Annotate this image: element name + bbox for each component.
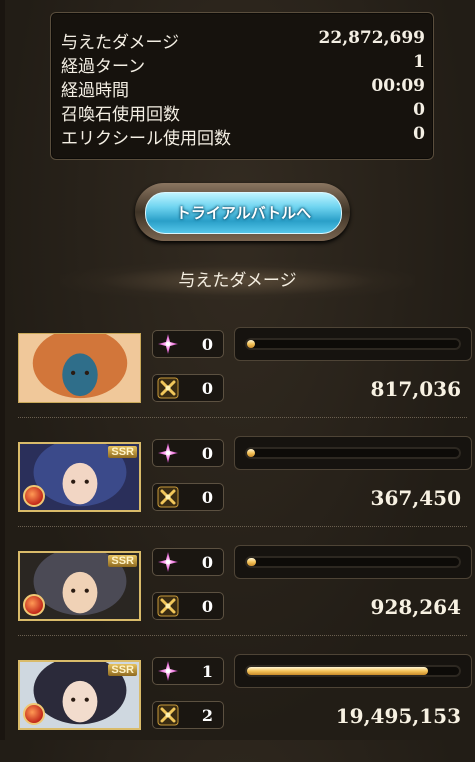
ability-count-badge: 0 xyxy=(152,330,224,358)
party-member-row: SSR 1 2 19,495,153 xyxy=(0,652,475,762)
trial-battle-label: トライアルバトルへ xyxy=(175,204,312,222)
ability-count: 0 xyxy=(201,444,213,463)
gauge-fill xyxy=(247,667,428,675)
gauge-track xyxy=(245,556,461,568)
ability-count: 0 xyxy=(201,553,213,572)
ougi-count-badge: 0 xyxy=(152,483,224,511)
pink-sparkle-icon xyxy=(157,333,179,355)
pink-sparkle-icon xyxy=(157,551,179,573)
gauge-fill xyxy=(247,449,255,457)
summary-row-turns: 経過ターン 1 xyxy=(61,52,425,77)
gauge-fill xyxy=(247,558,256,566)
gauge-track xyxy=(245,665,461,677)
battle-summary-panel: 与えたダメージ 22,872,699 経過ターン 1 経過時間 00:09 召喚… xyxy=(50,12,434,160)
gold-cross-swords-icon xyxy=(157,377,179,399)
damage-value: 817,036 xyxy=(370,377,461,401)
character-portrait[interactable]: SSR xyxy=(18,660,141,730)
summary-value: 00:09 xyxy=(371,76,425,96)
summary-label: 召喚石使用回数 xyxy=(61,105,180,125)
character-portrait[interactable]: SSR xyxy=(18,551,141,621)
row-divider xyxy=(18,417,467,418)
ougi-count-badge: 0 xyxy=(152,374,224,402)
gold-cross-swords-icon xyxy=(157,595,179,617)
summary-label: 経過時間 xyxy=(61,81,129,101)
ougi-count-badge: 2 xyxy=(152,701,224,729)
ougi-count: 0 xyxy=(201,379,213,398)
ougi-count-badge: 0 xyxy=(152,592,224,620)
ssr-rarity-badge: SSR xyxy=(108,664,137,676)
pink-sparkle-icon xyxy=(157,660,179,682)
summary-value: 0 xyxy=(413,100,425,120)
ougi-count: 0 xyxy=(201,597,213,616)
character-portrait[interactable]: SSR xyxy=(18,442,141,512)
summary-label: 与えたダメージ xyxy=(61,33,180,53)
character-portrait[interactable] xyxy=(18,333,141,403)
damage-value: 367,450 xyxy=(370,486,461,510)
ougi-count: 0 xyxy=(201,488,213,507)
damage-value: 19,495,153 xyxy=(335,704,461,728)
summary-value: 0 xyxy=(413,124,425,144)
fire-element-icon xyxy=(23,485,45,507)
damage-value: 928,264 xyxy=(370,595,461,619)
summary-value: 1 xyxy=(413,52,425,72)
summary-row-damage: 与えたダメージ 22,872,699 xyxy=(61,28,425,53)
fire-element-icon xyxy=(23,594,45,616)
ssr-rarity-badge: SSR xyxy=(108,555,137,567)
summary-row-elixirs: エリクシール使用回数 0 xyxy=(61,124,425,149)
row-divider xyxy=(18,635,467,636)
party-member-row: SSR 0 0 928,264 xyxy=(0,543,475,653)
damage-share-gauge xyxy=(234,327,472,361)
summary-row-summons: 召喚石使用回数 0 xyxy=(61,100,425,125)
fire-element-icon xyxy=(23,703,45,725)
party-member-row: SSR 0 0 367,450 xyxy=(0,434,475,544)
pink-sparkle-icon xyxy=(157,442,179,464)
summary-value: 22,872,699 xyxy=(318,28,425,48)
gauge-fill xyxy=(247,340,255,348)
ability-count: 0 xyxy=(201,335,213,354)
gauge-track xyxy=(245,338,461,350)
damage-share-gauge xyxy=(234,654,472,688)
damage-share-gauge xyxy=(234,436,472,470)
row-divider xyxy=(18,526,467,527)
ability-count-badge: 1 xyxy=(152,657,224,685)
button-face: トライアルバトルへ xyxy=(145,192,342,234)
party-member-row: 0 0 817,036 xyxy=(0,325,475,435)
ability-count: 1 xyxy=(201,662,213,681)
gold-cross-swords-icon xyxy=(157,486,179,508)
summary-row-time: 経過時間 00:09 xyxy=(61,76,425,101)
trial-battle-button[interactable]: トライアルバトルへ xyxy=(135,183,350,241)
summary-label: 経過ターン xyxy=(61,57,146,77)
ssr-rarity-badge: SSR xyxy=(108,446,137,458)
gauge-track xyxy=(245,447,461,459)
gold-cross-swords-icon xyxy=(157,704,179,726)
ougi-count: 2 xyxy=(201,706,213,725)
summary-label: エリクシール使用回数 xyxy=(61,129,231,149)
damage-share-gauge xyxy=(234,545,472,579)
ability-count-badge: 0 xyxy=(152,548,224,576)
ability-count-badge: 0 xyxy=(152,439,224,467)
section-title: 与えたダメージ xyxy=(60,262,415,300)
